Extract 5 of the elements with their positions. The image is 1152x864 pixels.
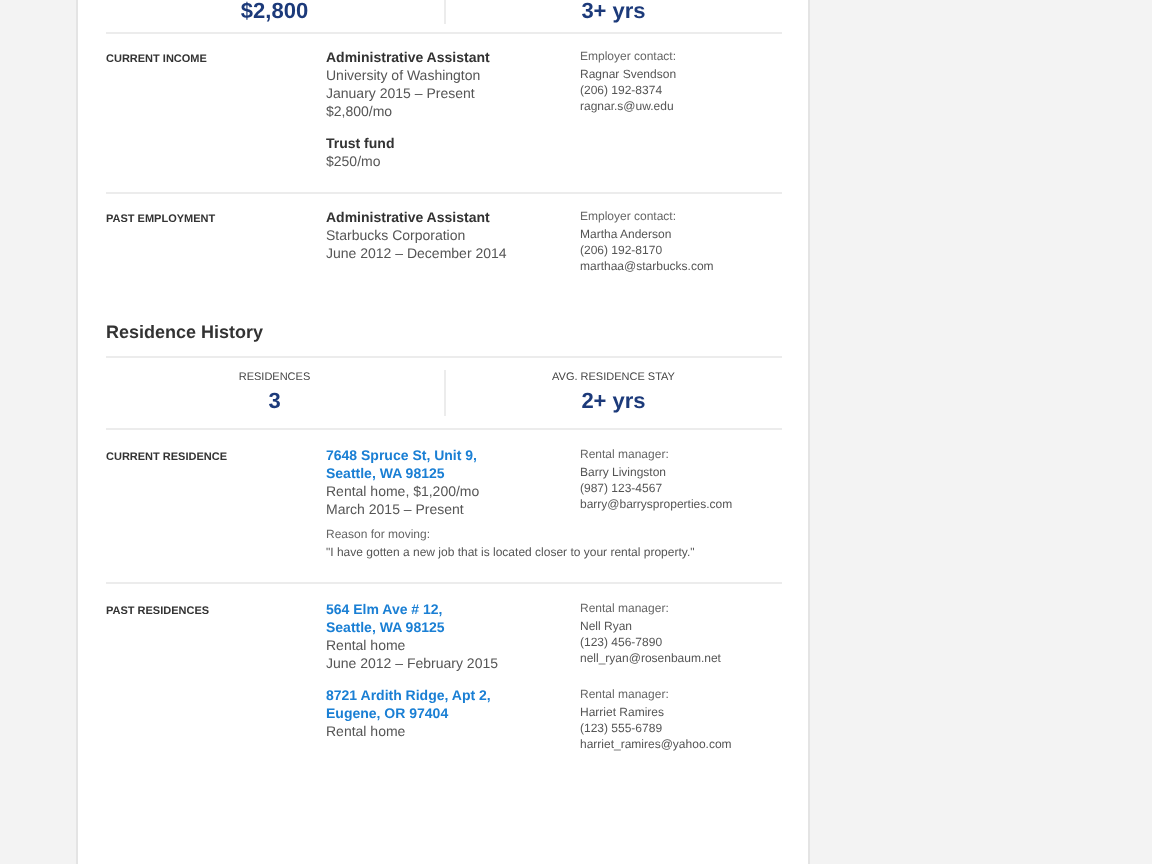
stat-value: 3	[268, 388, 281, 416]
stat-value: 2+ yrs	[581, 388, 646, 416]
section-heading: Residence History	[106, 320, 266, 346]
stat-value: $2,800	[240, 0, 309, 24]
stat-value: 3+ yrs	[581, 0, 646, 24]
